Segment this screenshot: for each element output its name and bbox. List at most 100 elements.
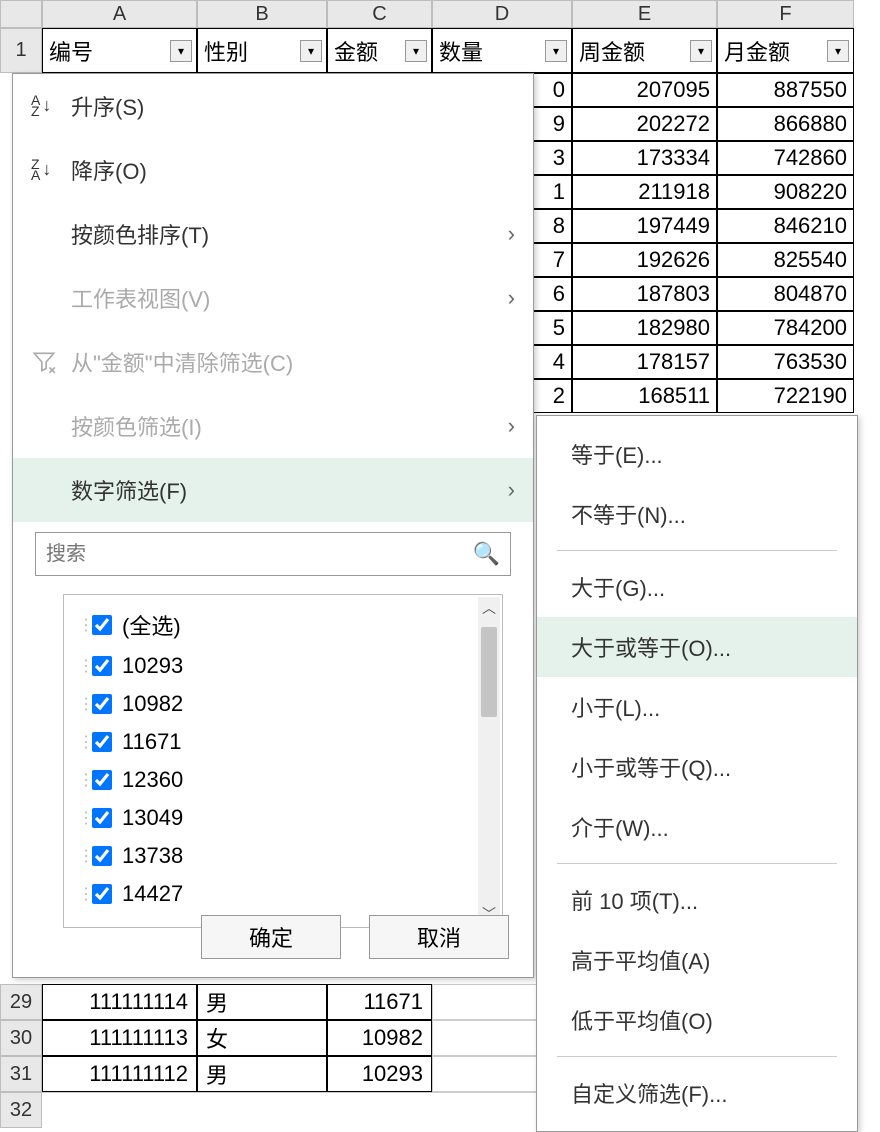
filter-not-equals[interactable]: 不等于(N)... <box>537 484 857 544</box>
filter-greater-than[interactable]: 大于(G)... <box>537 557 857 617</box>
cell[interactable]: 10293 <box>327 1056 432 1092</box>
checkbox[interactable] <box>92 846 112 866</box>
cell[interactable]: 女 <box>197 1020 327 1056</box>
select-all-corner[interactable] <box>0 0 42 28</box>
checkbox[interactable] <box>92 732 112 752</box>
filter-greater-equal[interactable]: 大于或等于(O)... <box>537 617 857 677</box>
check-label: 13049 <box>122 805 183 831</box>
checkbox[interactable] <box>92 884 112 904</box>
cell[interactable]: 192626 <box>572 243 717 277</box>
checkbox[interactable] <box>92 770 112 790</box>
filter-dropdown-icon[interactable]: ▾ <box>170 40 192 62</box>
cell[interactable]: 866880 <box>717 107 854 141</box>
header-cell-amount[interactable]: 金额 ▾ <box>327 28 432 73</box>
cell[interactable]: 111111114 <box>42 984 197 1020</box>
filter-check-item[interactable]: 13049 <box>74 799 492 837</box>
cell[interactable]: 211918 <box>572 175 717 209</box>
header-cell-qty[interactable]: 数量 ▾ <box>432 28 572 73</box>
cell[interactable]: 178157 <box>572 345 717 379</box>
cell[interactable]: 182980 <box>572 311 717 345</box>
scrollbar[interactable]: ︿ ﹀ <box>478 597 500 925</box>
col-header[interactable]: F <box>717 0 854 28</box>
sort-ascending[interactable]: AZ↓ 升序(S) <box>13 74 533 138</box>
checkbox[interactable] <box>92 615 112 635</box>
cell[interactable]: 207095 <box>572 73 717 107</box>
scroll-thumb[interactable] <box>481 627 497 717</box>
filter-dropdown-icon[interactable]: ▾ <box>545 40 567 62</box>
header-cell-month[interactable]: 月金额 ▾ <box>717 28 854 73</box>
cell[interactable]: 168511 <box>572 379 717 413</box>
header-text: 周金额 <box>579 35 645 67</box>
filter-check-item[interactable]: (全选) <box>74 603 492 647</box>
col-header[interactable]: D <box>432 0 572 28</box>
sort-by-color[interactable]: 按颜色排序(T) › <box>13 202 533 266</box>
filter-dropdown-icon[interactable]: ▾ <box>827 40 849 62</box>
check-label: (全选) <box>122 609 181 641</box>
filter-check-item[interactable]: 13738 <box>74 837 492 875</box>
filter-check-item[interactable]: 10293 <box>74 647 492 685</box>
cell[interactable]: 887550 <box>717 73 854 107</box>
filter-dropdown-icon[interactable]: ▾ <box>405 40 427 62</box>
col-header[interactable]: E <box>572 0 717 28</box>
search-input[interactable] <box>46 543 473 566</box>
header-text: 月金额 <box>724 35 790 67</box>
checkbox[interactable] <box>92 656 112 676</box>
separator <box>557 1056 837 1057</box>
col-header[interactable]: A <box>42 0 197 28</box>
filter-less-equal[interactable]: 小于或等于(Q)... <box>537 737 857 797</box>
cell[interactable]: 846210 <box>717 209 854 243</box>
sort-descending[interactable]: ZA↓ 降序(O) <box>13 138 533 202</box>
cell[interactable]: 10982 <box>327 1020 432 1056</box>
number-filter[interactable]: 数字筛选(F) › <box>13 458 533 522</box>
cell[interactable]: 908220 <box>717 175 854 209</box>
cell[interactable]: 202272 <box>572 107 717 141</box>
filter-check-item[interactable]: 11671 <box>74 723 492 761</box>
cell[interactable]: 11671 <box>327 984 432 1020</box>
header-cell-week[interactable]: 周金额 ▾ <box>572 28 717 73</box>
cell[interactable]: 825540 <box>717 243 854 277</box>
checkbox[interactable] <box>92 694 112 714</box>
row-header[interactable]: 29 <box>0 984 42 1020</box>
filter-custom[interactable]: 自定义筛选(F)... <box>537 1063 857 1123</box>
cell[interactable]: 763530 <box>717 345 854 379</box>
filter-check-item[interactable]: 12360 <box>74 761 492 799</box>
ok-button[interactable]: 确定 <box>201 915 341 959</box>
row-header[interactable]: 32 <box>0 1092 42 1128</box>
filter-top10[interactable]: 前 10 项(T)... <box>537 870 857 930</box>
label: 数字筛选(F) <box>71 474 187 506</box>
col-header[interactable]: B <box>197 0 327 28</box>
sheet-view: 工作表视图(V) › <box>13 266 533 330</box>
filter-dropdown-icon[interactable]: ▾ <box>300 40 322 62</box>
cell[interactable]: 784200 <box>717 311 854 345</box>
chevron-right-icon: › <box>508 413 515 439</box>
header-cell-id[interactable]: 编号 ▾ <box>42 28 197 73</box>
filter-between[interactable]: 介于(W)... <box>537 797 857 857</box>
cell[interactable]: 111111112 <box>42 1056 197 1092</box>
row-header[interactable]: 1 <box>0 28 42 73</box>
cancel-button[interactable]: 取消 <box>369 915 509 959</box>
row-header[interactable]: 30 <box>0 1020 42 1056</box>
filter-check-item[interactable]: 10982 <box>74 685 492 723</box>
filter-below-avg[interactable]: 低于平均值(O) <box>537 990 857 1050</box>
empty-cell[interactable] <box>42 1092 572 1128</box>
cell[interactable]: 111111113 <box>42 1020 197 1056</box>
cell[interactable]: 男 <box>197 984 327 1020</box>
col-header[interactable]: C <box>327 0 432 28</box>
filter-check-item[interactable]: 14427 <box>74 875 492 913</box>
search-box[interactable]: 🔍 <box>35 532 511 576</box>
header-cell-gender[interactable]: 性别 ▾ <box>197 28 327 73</box>
filter-dropdown-icon[interactable]: ▾ <box>690 40 712 62</box>
scroll-up-icon[interactable]: ︿ <box>478 597 500 619</box>
filter-above-avg[interactable]: 高于平均值(A) <box>537 930 857 990</box>
cell[interactable]: 男 <box>197 1056 327 1092</box>
filter-equals[interactable]: 等于(E)... <box>537 424 857 484</box>
cell[interactable]: 197449 <box>572 209 717 243</box>
filter-less-than[interactable]: 小于(L)... <box>537 677 857 737</box>
cell[interactable]: 173334 <box>572 141 717 175</box>
cell[interactable]: 804870 <box>717 277 854 311</box>
cell[interactable]: 187803 <box>572 277 717 311</box>
checkbox[interactable] <box>92 808 112 828</box>
row-header[interactable]: 31 <box>0 1056 42 1092</box>
cell[interactable]: 722190 <box>717 379 854 413</box>
cell[interactable]: 742860 <box>717 141 854 175</box>
